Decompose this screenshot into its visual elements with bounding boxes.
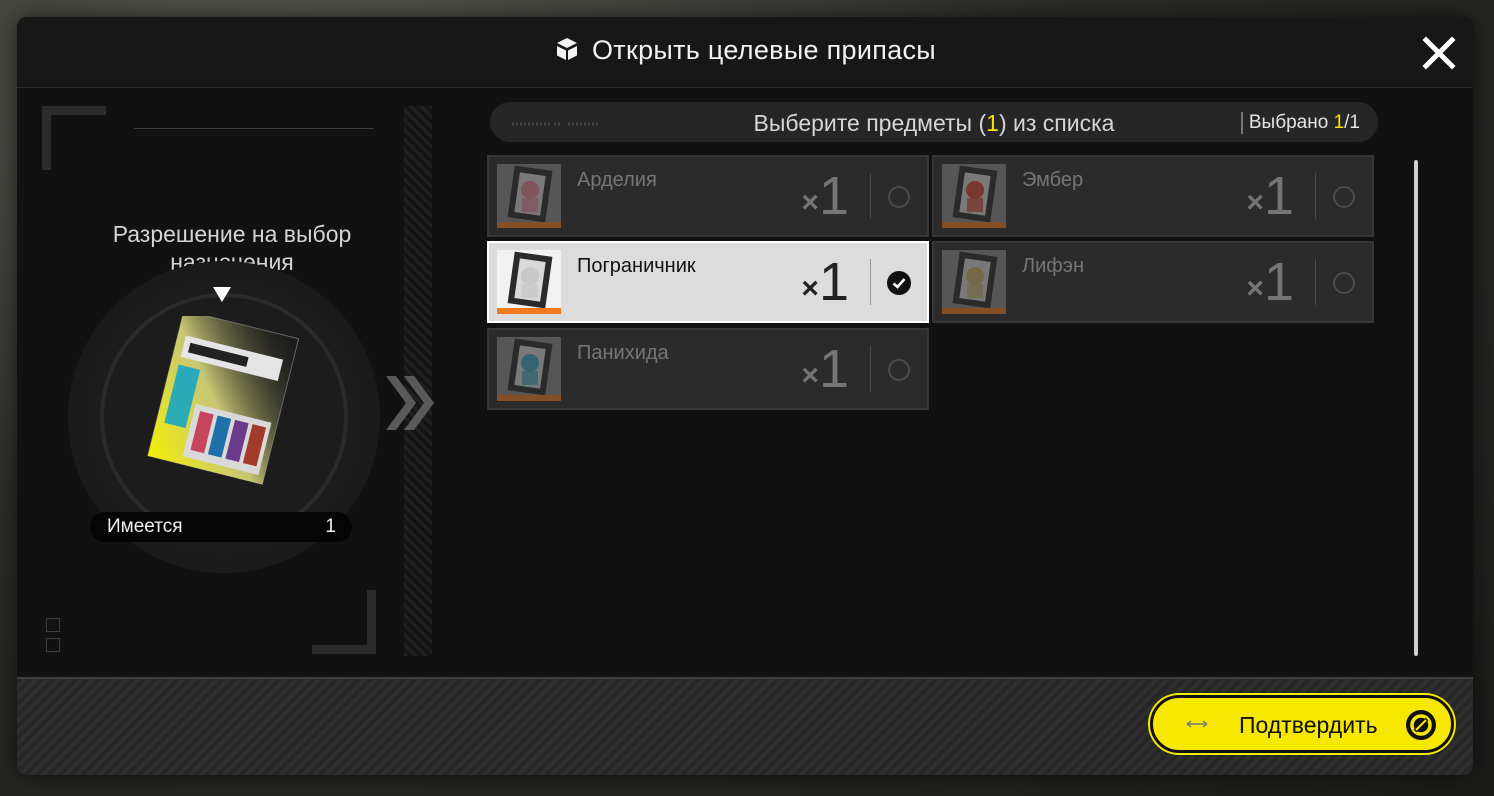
option-name: Эмбер (1022, 169, 1084, 191)
dialog-title-text: Открыть целевые припасы (591, 35, 937, 65)
selected-total: /1 (1344, 112, 1360, 133)
option-name: Панихида (577, 342, 669, 364)
checkmark-icon[interactable] (887, 271, 911, 295)
character-portrait (497, 164, 561, 228)
option-quantity: ×1 (801, 342, 849, 396)
item-preview-panel: Разрешение на выбор назначения (42, 106, 434, 656)
option-name: Лифэн (1022, 255, 1085, 277)
confirm-label: Подтвердить (1239, 712, 1378, 738)
option-separator (870, 259, 871, 305)
prompt-count: 1 (986, 110, 999, 136)
quantity-multiplier: × (1246, 272, 1264, 305)
pointer-down-icon (213, 287, 231, 302)
decor-square (46, 618, 60, 632)
owned-count-bar: Имеется 1 (90, 512, 352, 542)
character-portrait (497, 250, 561, 314)
character-portrait (942, 164, 1006, 228)
decor-square (46, 638, 60, 652)
owned-count: 1 (325, 516, 336, 537)
option-separator (870, 346, 871, 392)
double-arrow-icon (1186, 720, 1208, 728)
selection-header: Выберите предметы (1) из списка Выбрано … (490, 102, 1378, 142)
decor-line (134, 128, 374, 129)
quantity-multiplier: × (801, 272, 819, 305)
option-name: Пограничник (577, 255, 696, 277)
confirm-icon (1406, 710, 1436, 740)
radio-empty-icon[interactable] (887, 358, 911, 382)
selected-counter: Выбрано 1/1 (1240, 112, 1360, 134)
quantity-multiplier: × (801, 186, 819, 219)
quantity-value: 1 (818, 252, 849, 312)
option-separator (1315, 173, 1316, 219)
option-separator (1315, 259, 1316, 305)
selected-current: 1 (1333, 112, 1345, 133)
dialog-title: Открыть целевые припасы (17, 35, 1473, 66)
prompt-suffix: ) из списка (998, 110, 1115, 136)
option-card[interactable]: Арделия ×1 (487, 155, 929, 237)
corner-bracket-top-left (42, 106, 106, 170)
radio-empty-icon[interactable] (887, 185, 911, 209)
scrollbar[interactable] (1414, 160, 1418, 656)
double-chevron-right-icon (386, 376, 434, 430)
prompt-prefix: Выберите предметы ( (753, 110, 987, 136)
selection-permit-ticket-image (147, 316, 300, 485)
option-name: Арделия (577, 169, 657, 191)
character-portrait (497, 337, 561, 401)
open-supplies-dialog: Открыть целевые припасы Разрешение на вы… (17, 17, 1473, 775)
quantity-value: 1 (818, 166, 849, 226)
quantity-value: 1 (1263, 252, 1294, 312)
quantity-multiplier: × (801, 359, 819, 392)
radio-empty-icon[interactable] (1332, 271, 1356, 295)
quantity-value: 1 (1263, 166, 1294, 226)
option-card[interactable]: Эмбер ×1 (932, 155, 1374, 237)
corner-bracket-bottom-right (312, 590, 376, 654)
option-card[interactable]: Пограничник ×1 (487, 241, 929, 323)
confirm-button[interactable]: Подтвердить (1150, 695, 1454, 753)
quantity-multiplier: × (1246, 186, 1264, 219)
close-icon[interactable] (1421, 35, 1457, 71)
option-quantity: ×1 (1246, 169, 1294, 223)
option-separator (870, 173, 871, 219)
character-portrait (942, 250, 1006, 314)
dialog-titlebar: Открыть целевые припасы (17, 17, 1473, 88)
quantity-value: 1 (818, 339, 849, 399)
option-quantity: ×1 (1246, 255, 1294, 309)
owned-label: Имеется (107, 516, 183, 537)
option-quantity: ×1 (801, 169, 849, 223)
package-icon (556, 38, 577, 60)
selected-label: Выбрано (1248, 112, 1334, 133)
option-card[interactable]: Панихида ×1 (487, 328, 929, 410)
option-card[interactable]: Лифэн ×1 (932, 241, 1374, 323)
option-quantity: ×1 (801, 255, 849, 309)
radio-empty-icon[interactable] (1332, 185, 1356, 209)
